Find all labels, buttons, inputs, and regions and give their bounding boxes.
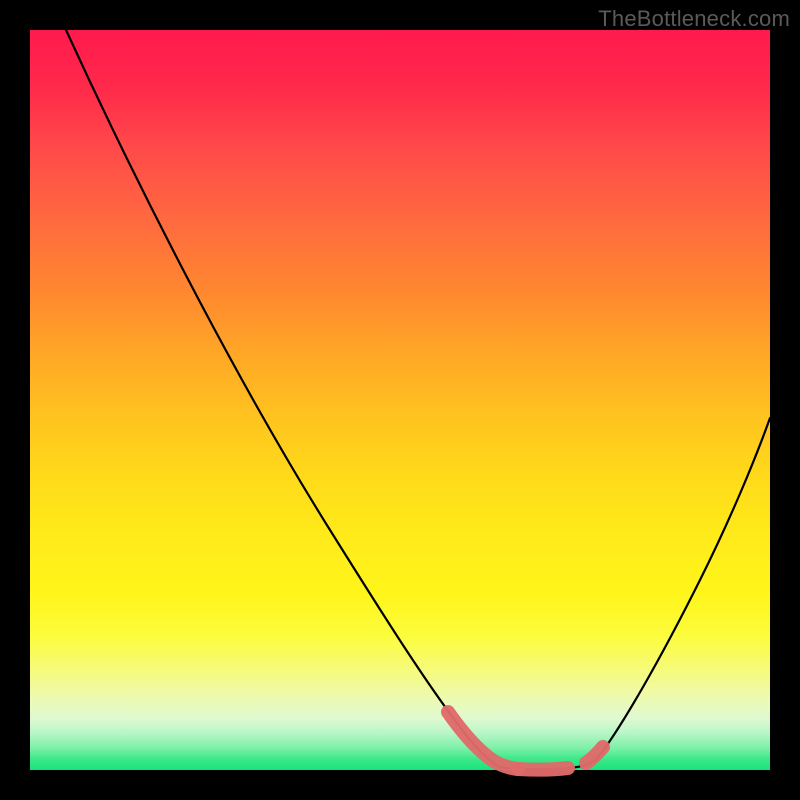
sweet-spot-floor <box>518 768 568 770</box>
left-curve <box>66 30 500 767</box>
watermark-text: TheBottleneck.com <box>598 6 790 32</box>
sweet-spot-right <box>586 747 603 763</box>
plot-area <box>30 30 770 770</box>
right-curve <box>596 418 770 760</box>
curve-layer <box>30 30 770 770</box>
chart-frame: TheBottleneck.com <box>0 0 800 800</box>
sweet-spot-left <box>448 712 518 769</box>
